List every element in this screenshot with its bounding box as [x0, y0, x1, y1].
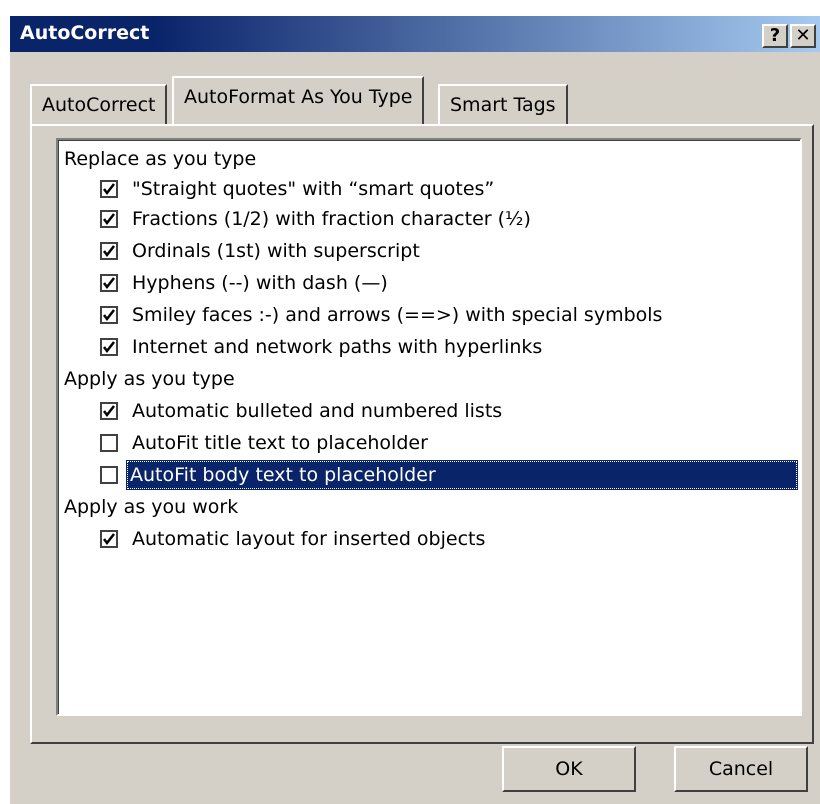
- checkmark-icon: [103, 213, 115, 226]
- option-straight-quotes[interactable]: "Straight quotes" with “smart quotes”: [100, 174, 800, 204]
- section-header-apply-as-you-work: Apply as you work: [64, 496, 239, 518]
- ok-button[interactable]: OK: [502, 746, 636, 792]
- window-title: AutoCorrect: [20, 22, 150, 44]
- option-label: AutoFit body text to placeholder: [126, 460, 798, 490]
- option-label: Automatic bulleted and numbered lists: [132, 400, 503, 422]
- checkmark-icon: [103, 277, 115, 290]
- tab-autocorrect[interactable]: AutoCorrect: [30, 84, 168, 124]
- checkbox[interactable]: [100, 530, 118, 548]
- tab-label: AutoFormat As You Type: [184, 86, 413, 108]
- checkmark-icon: [103, 183, 115, 196]
- section-header-replace-as-you-type: Replace as you type: [64, 148, 257, 170]
- checkmark-icon: [103, 405, 115, 418]
- cancel-button-label: Cancel: [708, 758, 774, 780]
- option-internet-paths[interactable]: Internet and network paths with hyperlin…: [100, 332, 800, 362]
- checkbox[interactable]: [100, 402, 118, 420]
- checkbox[interactable]: [100, 466, 118, 484]
- checkbox[interactable]: [100, 274, 118, 292]
- option-autofit-title[interactable]: AutoFit title text to placeholder: [100, 428, 800, 458]
- tab-smart-tags[interactable]: Smart Tags: [438, 84, 568, 124]
- option-label: AutoFit title text to placeholder: [132, 432, 428, 454]
- checkmark-icon: [103, 341, 115, 354]
- close-button[interactable]: ✕: [790, 24, 816, 48]
- close-icon: ✕: [795, 25, 811, 46]
- option-label: Automatic layout for inserted objects: [132, 528, 486, 550]
- option-label: Smiley faces :-) and arrows (==>) with s…: [132, 304, 663, 326]
- checkmark-icon: [103, 309, 115, 322]
- option-bulleted-lists[interactable]: Automatic bulleted and numbered lists: [100, 396, 800, 426]
- cancel-button[interactable]: Cancel: [674, 746, 808, 792]
- autoformat-options-list[interactable]: Replace as you type "Straight quotes" wi…: [56, 138, 802, 716]
- option-label: Internet and network paths with hyperlin…: [132, 336, 543, 358]
- tab-label: AutoCorrect: [42, 94, 156, 116]
- checkbox[interactable]: [100, 434, 118, 452]
- checkbox[interactable]: [100, 210, 118, 228]
- checkmark-icon: [103, 245, 115, 258]
- checkbox[interactable]: [100, 306, 118, 324]
- autocorrect-dialog: AutoCorrect ? ✕ AutoCorrect AutoFormat A…: [8, 14, 820, 804]
- tab-label: Smart Tags: [450, 94, 556, 116]
- checkbox[interactable]: [100, 242, 118, 260]
- tab-panel-autoformat: Replace as you type "Straight quotes" wi…: [30, 124, 814, 744]
- checkbox[interactable]: [100, 338, 118, 356]
- title-bar[interactable]: AutoCorrect ? ✕: [10, 16, 820, 52]
- option-label: Hyphens (--) with dash (—): [132, 272, 388, 294]
- option-hyphens[interactable]: Hyphens (--) with dash (—): [100, 268, 800, 298]
- option-autofit-body[interactable]: AutoFit body text to placeholder: [100, 460, 800, 490]
- option-automatic-layout[interactable]: Automatic layout for inserted objects: [100, 524, 800, 554]
- help-button[interactable]: ?: [762, 24, 788, 48]
- tab-autoformat-as-you-type[interactable]: AutoFormat As You Type: [172, 76, 425, 124]
- ok-button-label: OK: [555, 758, 583, 780]
- checkbox[interactable]: [100, 180, 118, 198]
- option-ordinals[interactable]: Ordinals (1st) with superscript: [100, 236, 800, 266]
- option-label: Ordinals (1st) with superscript: [132, 240, 420, 262]
- help-icon: ?: [769, 25, 781, 46]
- checkmark-icon: [103, 533, 115, 546]
- option-label: "Straight quotes" with “smart quotes”: [132, 178, 495, 200]
- option-label: Fractions (1/2) with fraction character …: [132, 208, 531, 230]
- section-header-apply-as-you-type: Apply as you type: [64, 368, 235, 390]
- option-smiley-faces[interactable]: Smiley faces :-) and arrows (==>) with s…: [100, 300, 800, 330]
- option-fractions[interactable]: Fractions (1/2) with fraction character …: [100, 204, 800, 234]
